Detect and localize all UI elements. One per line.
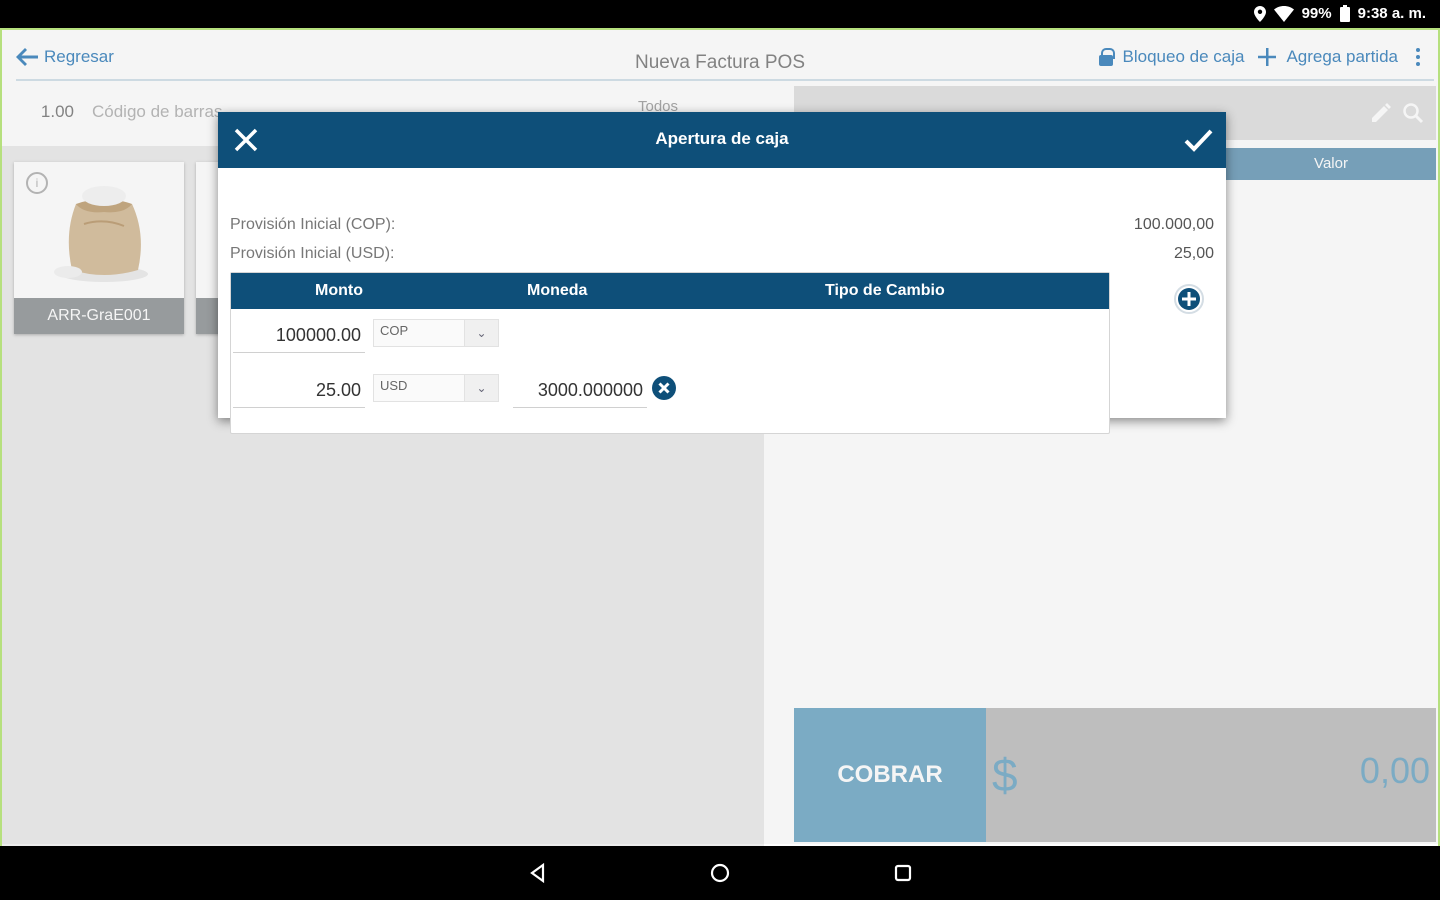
nav-home-icon[interactable] [709, 862, 731, 884]
nav-back-icon[interactable] [527, 862, 549, 884]
currency-value: COP [380, 323, 409, 338]
remove-row-icon[interactable] [651, 375, 677, 401]
provision-usd-value: 25,00 [1173, 245, 1214, 262]
dialog-title: Apertura de caja [655, 129, 789, 148]
app-window: Regresar Nueva Factura POS Bloqueo de ca… [0, 28, 1440, 848]
battery-icon [1339, 5, 1350, 22]
location-icon [1253, 5, 1266, 22]
status-bar: 99% 9:38 a. m. [0, 0, 1440, 28]
table-header: Monto Moneda Tipo de Cambio [231, 273, 1109, 309]
system-nav-bar [0, 846, 1440, 900]
amount-input[interactable]: 25.00 [233, 372, 365, 408]
cash-opening-dialog: Apertura de caja Provisión Inicial (COP)… [218, 112, 1226, 434]
status-icons: 99% 9:38 a. m. [1253, 5, 1426, 22]
wifi-icon [1273, 5, 1294, 22]
provision-usd-label: Provisión Inicial (USD): [230, 245, 395, 262]
chevron-down-icon: ⌄ [464, 320, 498, 346]
provision-cop-value: 100.000,00 [1133, 216, 1214, 233]
currency-select[interactable]: COP ⌄ [373, 319, 499, 347]
header-currency: Moneda [527, 282, 588, 299]
check-icon[interactable] [1178, 120, 1218, 160]
amount-input[interactable]: 100000.00 [233, 317, 365, 353]
add-row-icon[interactable] [1174, 284, 1204, 314]
battery-percent: 99% [1301, 5, 1332, 22]
currency-select[interactable]: USD ⌄ [373, 374, 499, 402]
nav-recents-icon[interactable] [892, 862, 914, 884]
chevron-down-icon: ⌄ [464, 375, 498, 401]
cash-entries-table: Monto Moneda Tipo de Cambio 100000.00 CO… [230, 272, 1110, 434]
clock: 9:38 a. m. [1357, 5, 1426, 22]
header-rate: Tipo de Cambio [825, 282, 945, 299]
currency-value: USD [380, 378, 408, 393]
header-amount: Monto [315, 282, 363, 299]
provision-cop-label: Provisión Inicial (COP): [230, 216, 396, 233]
dialog-header: Apertura de caja [218, 112, 1226, 168]
exchange-rate-input[interactable]: 3000.000000 [513, 372, 647, 408]
